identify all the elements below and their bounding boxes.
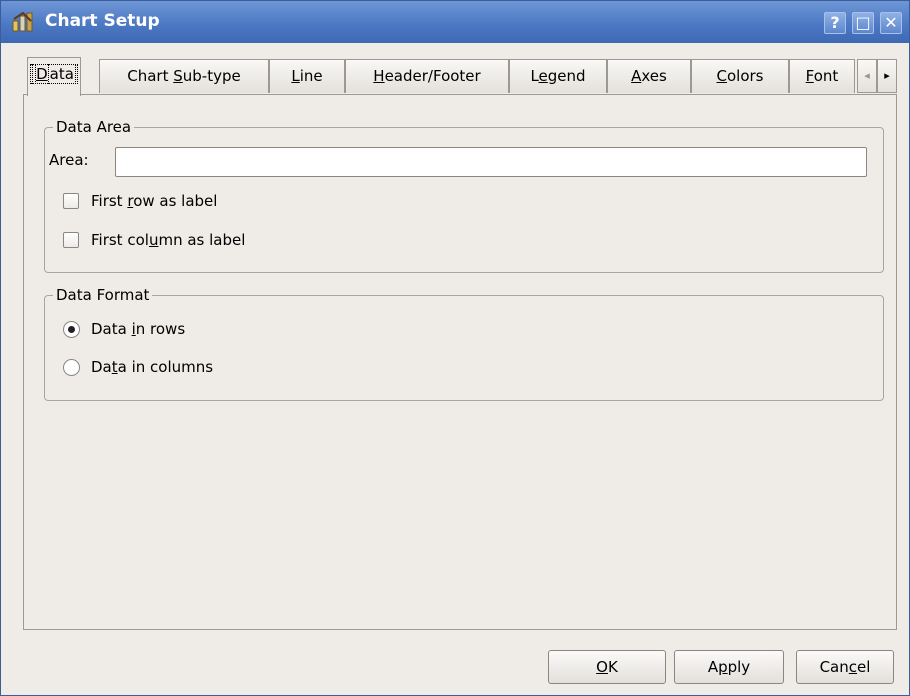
title-bar[interactable]: Chart Setup ? □ ✕ [1, 1, 909, 43]
data-format-group: Data Format Data in rows Data in columns [44, 285, 884, 401]
tab-scroll-right-icon[interactable]: ▸ [877, 59, 897, 93]
ok-button[interactable]: OK [548, 650, 666, 684]
maximize-button[interactable]: □ [852, 12, 874, 34]
cancel-button[interactable]: Cancel [796, 650, 894, 684]
close-button[interactable]: ✕ [880, 12, 902, 34]
tab-font[interactable]: Font [789, 59, 855, 93]
data-in-rows-label[interactable]: Data in rows [91, 319, 185, 339]
data-in-columns-label[interactable]: Data in columns [91, 357, 213, 377]
tab-line[interactable]: Line [269, 59, 345, 93]
tab-scroll-left-icon[interactable]: ◂ [857, 59, 877, 93]
tab-data[interactable]: Data [27, 57, 81, 96]
tab-bar: Data Chart Sub-type Line Header/Footer L… [23, 57, 897, 96]
data-area-group: Data Area Area: First row as label First… [44, 117, 884, 273]
area-label: Area: [49, 151, 89, 169]
first-column-checkbox[interactable] [63, 232, 79, 248]
tab-header-footer[interactable]: Header/Footer [345, 59, 509, 93]
tab-axes[interactable]: Axes [607, 59, 691, 93]
window-title: Chart Setup [45, 11, 160, 31]
data-in-columns-radio[interactable] [63, 359, 80, 376]
data-tab-panel: Data Area Area: First row as label First… [23, 94, 897, 630]
first-column-label[interactable]: First column as label [91, 230, 245, 250]
data-area-legend: Data Area [53, 117, 135, 137]
chart-app-icon [12, 11, 33, 32]
chart-setup-dialog: Chart Setup ? □ ✕ Data Chart Sub-type Li… [0, 0, 910, 696]
data-format-legend: Data Format [53, 285, 153, 305]
first-row-checkbox[interactable] [63, 193, 79, 209]
tab-colors[interactable]: Colors [691, 59, 789, 93]
area-input[interactable] [115, 147, 867, 177]
first-row-label[interactable]: First row as label [91, 191, 217, 211]
data-in-rows-radio[interactable] [63, 321, 80, 338]
tab-chart-sub-type[interactable]: Chart Sub-type [99, 59, 269, 93]
apply-button[interactable]: Apply [674, 650, 784, 684]
help-button[interactable]: ? [824, 12, 846, 34]
tab-legend[interactable]: Legend [509, 59, 607, 93]
